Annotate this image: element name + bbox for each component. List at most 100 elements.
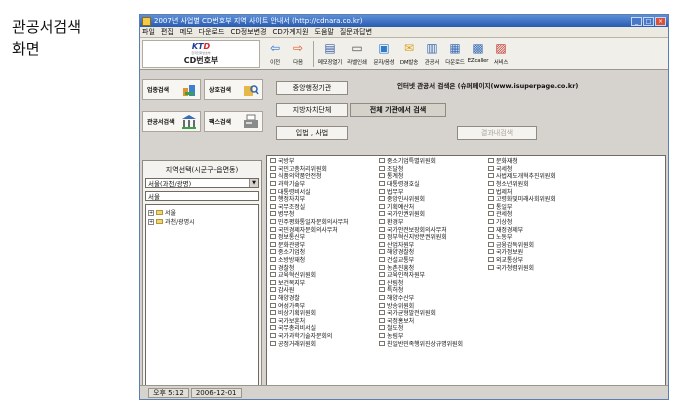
tree-item-seoul[interactable]: + 서울 — [148, 208, 256, 217]
fax-search-button[interactable]: 팩스검색 — [204, 111, 263, 132]
checkbox[interactable] — [379, 340, 385, 346]
checkbox[interactable] — [270, 302, 276, 308]
checkbox[interactable] — [488, 203, 494, 209]
checkbox[interactable] — [270, 211, 276, 217]
checkbox[interactable] — [379, 317, 385, 323]
agency-item[interactable]: 공정거래위원회 — [270, 339, 380, 348]
checkbox[interactable] — [488, 181, 494, 187]
search-all-agencies-button[interactable]: 전체 기관에서 검색 — [350, 103, 446, 117]
checkbox[interactable] — [379, 181, 385, 187]
checkbox[interactable] — [488, 196, 494, 202]
menu-download[interactable]: 다운로드 — [199, 27, 225, 37]
checkbox[interactable] — [270, 279, 276, 285]
search-within-results-button[interactable]: 결과내검색 — [457, 126, 537, 140]
checkbox[interactable] — [270, 257, 276, 263]
checkbox[interactable] — [379, 302, 385, 308]
checkbox[interactable] — [488, 158, 494, 164]
checkbox[interactable] — [379, 279, 385, 285]
maximize-button[interactable]: □ — [643, 16, 654, 26]
service-button[interactable]: ▨ 서비스 — [490, 39, 512, 69]
checkbox[interactable] — [379, 272, 385, 278]
checkbox[interactable] — [270, 241, 276, 247]
expand-icon[interactable]: + — [148, 209, 154, 216]
checkbox[interactable] — [379, 234, 385, 240]
business-name-search-button[interactable]: 상호검색 — [204, 79, 263, 100]
checkbox[interactable] — [270, 173, 276, 179]
menu-file[interactable]: 파일 — [142, 27, 155, 37]
menu-edit[interactable]: 편집 — [161, 27, 174, 37]
checkbox[interactable] — [379, 226, 385, 232]
government-search-button[interactable]: 관공서검색 — [142, 111, 201, 132]
menu-cd-support[interactable]: CD가계지원 — [272, 27, 308, 37]
checkbox[interactable] — [270, 203, 276, 209]
checkbox[interactable] — [488, 219, 494, 225]
checkbox[interactable] — [270, 196, 276, 202]
checkbox[interactable] — [379, 219, 385, 225]
checkbox[interactable] — [379, 310, 385, 316]
checkbox[interactable] — [270, 249, 276, 255]
legislative-judicial-button[interactable]: 입법 , 사법 — [276, 126, 348, 140]
checkbox[interactable] — [270, 219, 276, 225]
checkbox[interactable] — [270, 234, 276, 240]
checkbox[interactable] — [379, 165, 385, 171]
region-dropdown[interactable]: 서울(과천/광명) ▼ — [145, 178, 259, 188]
checkbox[interactable] — [379, 325, 385, 331]
checkbox[interactable] — [488, 257, 494, 263]
checkbox[interactable] — [488, 234, 494, 240]
checkbox[interactable] — [488, 165, 494, 171]
checkbox[interactable] — [270, 287, 276, 293]
checkbox[interactable] — [379, 257, 385, 263]
forward-button[interactable]: ⇨ 다음 — [287, 39, 309, 69]
checkbox[interactable] — [270, 226, 276, 232]
checkbox[interactable] — [488, 173, 494, 179]
chevron-down-icon[interactable]: ▼ — [249, 179, 258, 187]
checkbox[interactable] — [488, 226, 494, 232]
agency-item[interactable]: 친일반민족행위진상규명위원회 — [379, 339, 489, 348]
checkbox[interactable] — [379, 173, 385, 179]
expand-icon[interactable]: + — [148, 218, 154, 225]
checkbox[interactable] — [270, 188, 276, 194]
checkbox[interactable] — [270, 165, 276, 171]
checkbox[interactable] — [270, 294, 276, 300]
open-memo-button[interactable]: ▤ 메모장열기 — [317, 39, 343, 69]
checkbox[interactable] — [379, 241, 385, 247]
checkbox[interactable] — [488, 188, 494, 194]
dm-send-button[interactable]: ✉ DM발송 — [398, 39, 420, 69]
checkbox[interactable] — [488, 211, 494, 217]
government-button[interactable]: ▥ 관공서 — [421, 39, 443, 69]
checkbox[interactable] — [379, 188, 385, 194]
checkbox[interactable] — [379, 294, 385, 300]
local-government-button[interactable]: 지방자치단체 — [276, 103, 348, 117]
checkbox[interactable] — [270, 317, 276, 323]
menu-help[interactable]: 도움말 — [315, 27, 334, 37]
tree-item-gwacheon[interactable]: + 과천/광명시 — [148, 217, 256, 226]
checkbox[interactable] — [270, 325, 276, 331]
checkbox[interactable] — [379, 264, 385, 270]
menu-memo[interactable]: 메모 — [180, 27, 193, 37]
checkbox[interactable] — [379, 203, 385, 209]
menu-cd-info[interactable]: CD정보변경 — [230, 27, 266, 37]
checkbox[interactable] — [270, 340, 276, 346]
checkbox[interactable] — [270, 310, 276, 316]
checkbox[interactable] — [488, 264, 494, 270]
title-bar[interactable]: 2007년 사업별 CD번호부 지역 사이트 안내서 (http://cdnar… — [140, 15, 668, 27]
download-button[interactable]: ▦ 다운로드 — [444, 39, 466, 69]
checkbox[interactable] — [488, 241, 494, 247]
region-input[interactable]: 서울 — [145, 191, 259, 201]
checkbox[interactable] — [488, 249, 494, 255]
agency-item[interactable]: 국가청렴위원회 — [488, 263, 598, 272]
checkbox[interactable] — [270, 272, 276, 278]
checkbox[interactable] — [379, 287, 385, 293]
central-agency-button[interactable]: 중앙행정기관 — [276, 81, 348, 95]
close-button[interactable]: × — [655, 16, 666, 26]
checkbox[interactable] — [379, 196, 385, 202]
ezcaller-button[interactable]: ▩ EZcaller — [467, 39, 489, 69]
checkbox[interactable] — [270, 264, 276, 270]
industry-search-button[interactable]: 업종검색 — [142, 79, 201, 100]
minimize-button[interactable]: _ — [631, 16, 642, 26]
sms-voice-button[interactable]: ▣ 문자/음성 — [371, 39, 397, 69]
label-print-button[interactable]: ▭ 라벨인쇄 — [344, 39, 370, 69]
checkbox[interactable] — [379, 158, 385, 164]
checkbox[interactable] — [379, 249, 385, 255]
menu-qna[interactable]: 질문과답변 — [340, 27, 372, 37]
